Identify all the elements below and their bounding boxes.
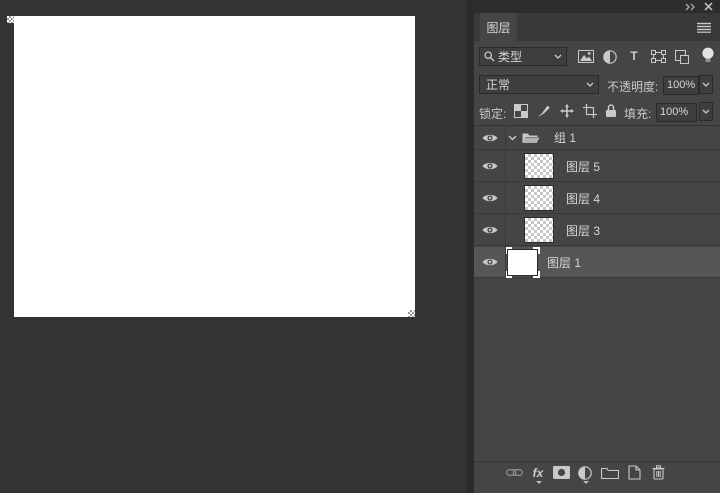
- filter-pixel-layers-icon[interactable]: [577, 49, 595, 64]
- adjustment-menu-arrow: [583, 480, 589, 484]
- layer-thumbnail[interactable]: [524, 217, 554, 243]
- search-icon: [480, 51, 498, 62]
- lock-position-icon[interactable]: [559, 103, 575, 118]
- visibility-toggle[interactable]: [474, 225, 505, 235]
- layer-name: 图层 3: [566, 223, 601, 238]
- layers-panel-body: 类型 T 正常 不透明度: 100% 锁定: 填充: 100% 组 1 图层 5…: [474, 41, 720, 493]
- filter-adjustment-layers-icon[interactable]: [601, 49, 619, 64]
- new-adjustment-layer-icon[interactable]: [573, 464, 597, 484]
- panel-menu-icon[interactable]: [696, 21, 712, 33]
- add-layer-mask-icon[interactable]: [549, 464, 573, 482]
- layer-thumbnail-selected[interactable]: [505, 246, 540, 278]
- eye-icon: [482, 226, 497, 234]
- filter-type-layers-icon[interactable]: T: [626, 48, 642, 64]
- layers-bottom-toolbar: fx: [474, 461, 720, 484]
- eye-icon: [482, 134, 497, 141]
- opacity-label: 不透明度:: [607, 80, 659, 94]
- layer-name: 图层 4: [566, 191, 601, 206]
- chevron-down-icon: [550, 54, 566, 59]
- lock-image-pixels-icon[interactable]: [536, 103, 552, 118]
- eye-icon: [482, 258, 497, 266]
- fill-input[interactable]: [656, 102, 697, 122]
- group-expander-icon[interactable]: [505, 135, 519, 141]
- layer-thumbnail[interactable]: [524, 185, 554, 211]
- layer-name: 图层 1: [547, 255, 582, 270]
- filter-type-value: 类型: [498, 50, 523, 64]
- photoshop-workspace: { "colors": { "app_bg": "#333333", "pane…: [0, 0, 720, 493]
- visibility-toggle[interactable]: [474, 133, 505, 143]
- layers-panel: 图层 类型 T 正常 不透明度: 100% 锁定: 填充: 100% 组 1 图…: [474, 0, 720, 493]
- visibility-toggle[interactable]: [474, 257, 505, 267]
- lock-transparent-pixels-icon[interactable]: [513, 103, 529, 118]
- eye-icon: [482, 162, 497, 170]
- eye-icon: [482, 194, 497, 202]
- lock-artboard-icon[interactable]: [582, 103, 598, 118]
- fx-menu-arrow: [536, 480, 542, 484]
- new-group-icon[interactable]: [597, 464, 622, 482]
- layer-row-selected[interactable]: 图层 1: [474, 246, 720, 278]
- layer-name: 组 1: [554, 131, 577, 145]
- opacity-input[interactable]: [663, 75, 699, 95]
- filter-shape-layers-icon[interactable]: [649, 49, 667, 64]
- lock-label: 锁定:: [479, 107, 507, 121]
- lock-all-icon[interactable]: [603, 102, 618, 118]
- document-canvas[interactable]: [14, 16, 415, 317]
- delete-layer-icon[interactable]: [646, 464, 670, 482]
- close-panel-icon[interactable]: [703, 2, 713, 11]
- fx-label: fx: [532, 465, 544, 480]
- chevron-down-icon: [582, 82, 598, 87]
- fill-slider-button[interactable]: [699, 102, 713, 121]
- layer-row-group[interactable]: 组 1: [474, 126, 720, 150]
- layer-row[interactable]: 图层 5: [474, 151, 720, 182]
- filter-toggle-icon[interactable]: [700, 46, 715, 64]
- layer-name: 图层 5: [566, 159, 601, 174]
- collapse-panels-icon[interactable]: [684, 2, 696, 11]
- layer-row[interactable]: 图层 4: [474, 183, 720, 214]
- opacity-slider-button[interactable]: [699, 75, 713, 94]
- eye-column-divider: [505, 126, 506, 278]
- new-layer-icon[interactable]: [622, 464, 646, 482]
- filter-type-dropdown[interactable]: 类型: [479, 47, 567, 66]
- visibility-toggle[interactable]: [474, 161, 505, 171]
- fill-field[interactable]: [656, 102, 697, 122]
- panel-dock-divider: [466, 0, 474, 493]
- panel-title-strip: [474, 0, 720, 13]
- visibility-toggle[interactable]: [474, 193, 505, 203]
- layer-style-icon[interactable]: fx: [527, 464, 549, 484]
- panel-tab-bar: 图层: [474, 13, 720, 41]
- layer-row[interactable]: 图层 3: [474, 215, 720, 246]
- layer-thumbnail[interactable]: [524, 153, 554, 179]
- tab-layers-label: 图层: [486, 20, 511, 35]
- opacity-field[interactable]: [663, 75, 699, 95]
- blend-mode-dropdown[interactable]: 正常: [479, 75, 599, 94]
- canvas-corner-transparency: [7, 16, 14, 23]
- link-layers-icon[interactable]: [501, 464, 527, 482]
- folder-open-icon: [519, 131, 543, 144]
- type-glyph: T: [630, 49, 638, 63]
- blend-mode-value: 正常: [486, 78, 511, 92]
- fill-label: 填充:: [624, 107, 652, 121]
- filter-smart-objects-icon[interactable]: [673, 49, 691, 64]
- tab-layers[interactable]: 图层: [480, 13, 517, 41]
- canvas-corner-transparency: [408, 310, 415, 317]
